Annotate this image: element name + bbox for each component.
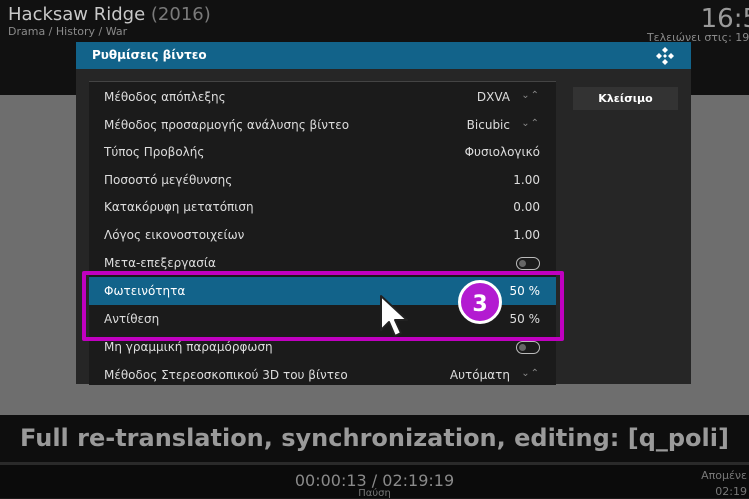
setting-label: Μετα-επεξεργασία (104, 256, 216, 270)
setting-label: Μέθοδος Στερεοσκοπικού 3D του βίντεο (104, 368, 348, 382)
mouse-cursor-icon (380, 295, 408, 337)
toggle-icon[interactable] (516, 341, 540, 354)
dialog-header: Ρυθμίσεις βίντεο (76, 42, 691, 69)
setting-row-vertical-shift[interactable]: Κατακόρυφη μετατόπιση 0.00 (89, 193, 556, 221)
setting-label: Λόγος εικονοστοιχείων (104, 228, 245, 242)
movie-genres: Drama / History / War (8, 25, 128, 38)
setting-label: Ποσοστό μεγέθυνσης (104, 173, 233, 187)
setting-row-view-mode[interactable]: Τύπος Προβολής Φυσιολογικό (89, 138, 556, 166)
remaining-label: Απομένε (701, 469, 747, 482)
setting-value: 0.00 (513, 200, 540, 214)
close-button[interactable]: Κλείσιμο (573, 87, 678, 110)
setting-value: Bicubic (466, 118, 510, 132)
pause-label: Παύση (358, 488, 391, 499)
setting-row-pixel-ratio[interactable]: Λόγος εικονοστοιχείων 1.00 (89, 221, 556, 249)
spinner-arrows-icon[interactable]: ⌄⌃ (521, 118, 540, 129)
kodi-logo-icon (656, 47, 674, 65)
setting-row-deinterlace[interactable]: Μέθοδος απόπλεξης DXVA ⌄⌃ (89, 83, 556, 111)
setting-label: Μέθοδος προσαρμογής ανάλυσης βίντεο (104, 118, 350, 132)
clock: 16:5 (700, 4, 749, 34)
subtitle-text: Full re-translation, synchronization, ed… (20, 424, 729, 452)
setting-label: Μέθοδος απόπλεξης (104, 90, 226, 104)
setting-value: 1.00 (513, 228, 540, 242)
spinner-arrows-icon[interactable]: ⌄⌃ (521, 90, 540, 101)
toggle-knob (519, 260, 526, 267)
remaining-time: 02:19 (715, 485, 747, 498)
movie-name: Hacksaw Ridge (8, 4, 146, 25)
movie-title: Hacksaw Ridge (2016) (8, 4, 211, 25)
setting-value: Αυτόματη (449, 368, 510, 382)
toggle-knob (519, 344, 526, 351)
setting-row-zoom[interactable]: Ποσοστό μεγέθυνσης 1.00 (89, 166, 556, 194)
setting-label: Κατακόρυφη μετατόπιση (104, 200, 254, 214)
toggle-icon[interactable] (516, 257, 540, 270)
setting-row-scaling[interactable]: Μέθοδος προσαρμογής ανάλυσης βίντεο Bicu… (89, 111, 556, 139)
spinner-arrows-icon[interactable]: ⌄⌃ (521, 368, 540, 379)
step-number-badge: 3 (458, 280, 502, 324)
setting-value: 1.00 (513, 173, 540, 187)
setting-value: Φυσιολογικό (464, 145, 540, 159)
setting-label: Τύπος Προβολής (104, 145, 205, 159)
setting-row-stereoscopic-3d[interactable]: Μέθοδος Στερεοσκοπικού 3D του βίντεο Αυτ… (89, 361, 556, 385)
dialog-title: Ρυθμίσεις βίντεο (92, 48, 207, 62)
setting-value: DXVA (476, 90, 510, 104)
setting-label: Μη γραμμική παραμόρφωση (104, 340, 273, 354)
movie-year: (2016) (150, 4, 211, 25)
